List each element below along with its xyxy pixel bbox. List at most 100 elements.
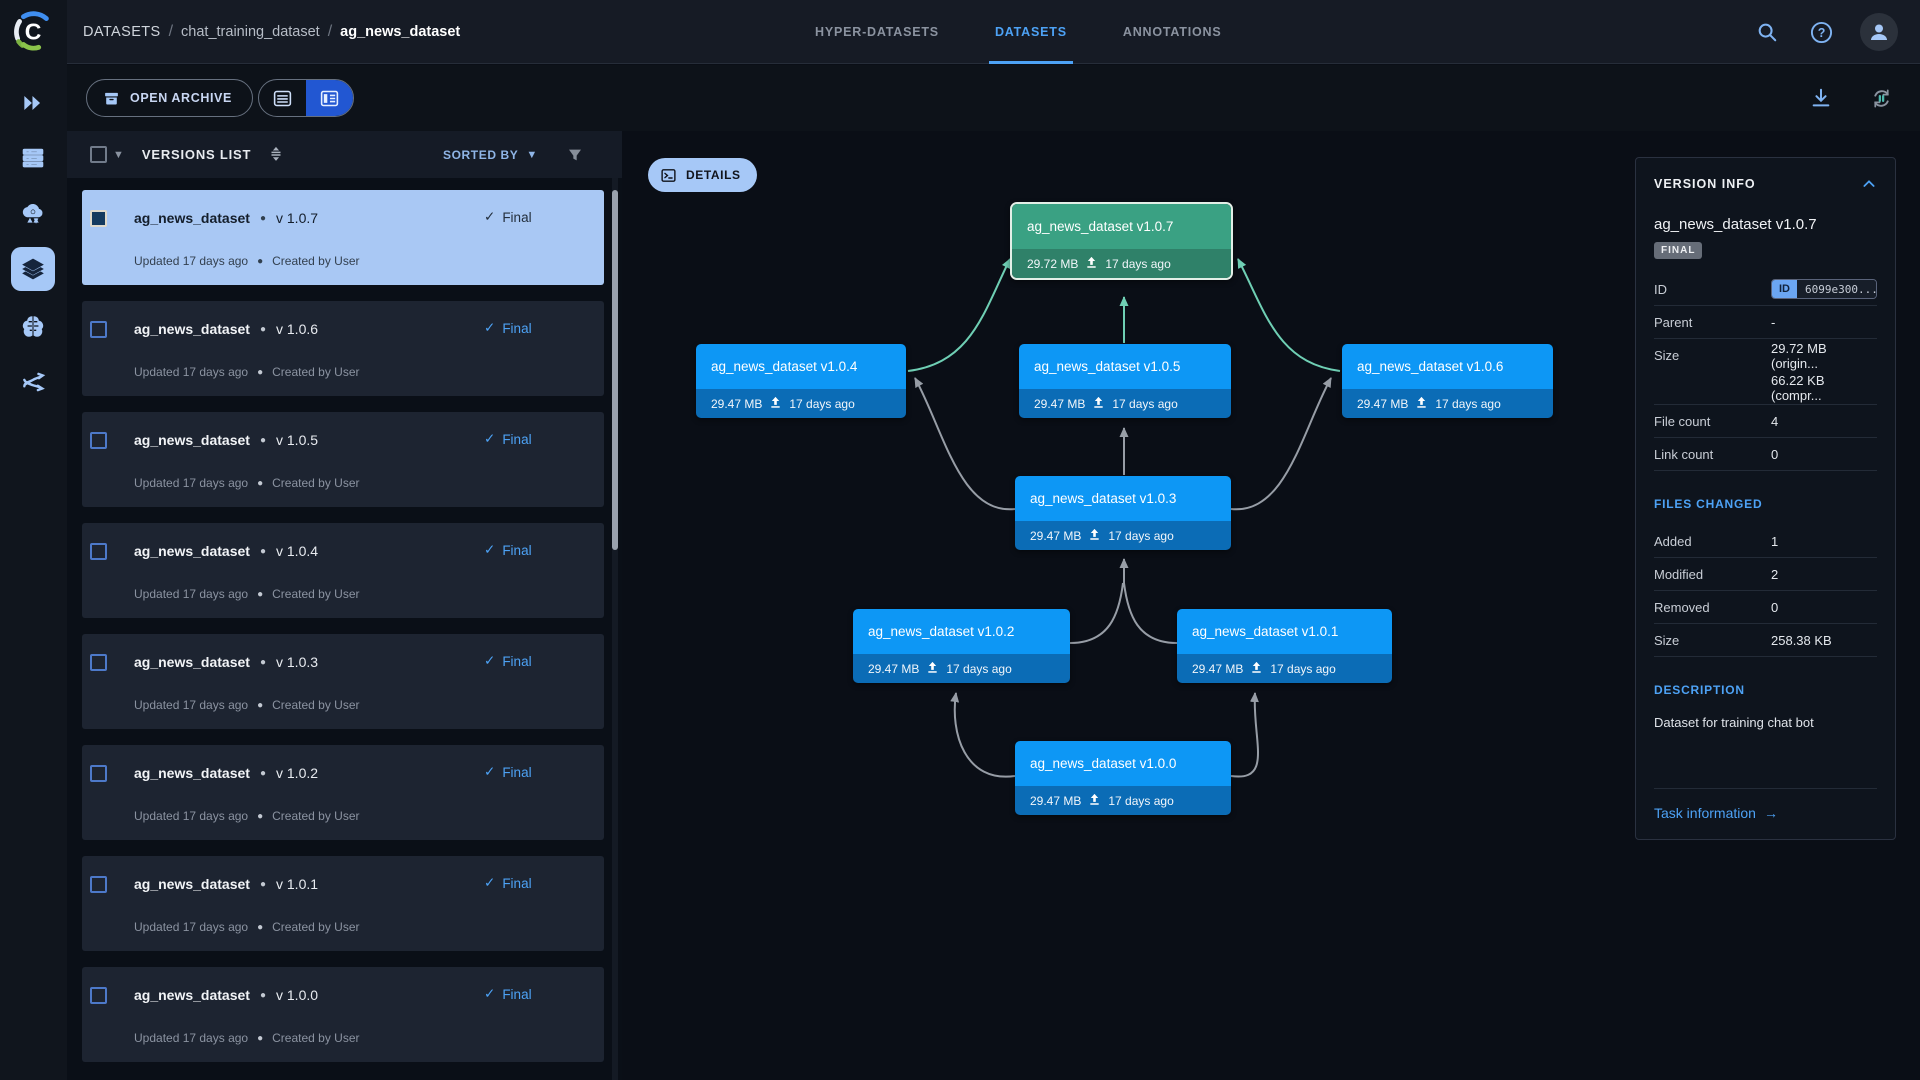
version-checkbox[interactable] [90,876,107,893]
version-checkbox[interactable] [90,321,107,338]
graph-node-v1_0_1[interactable]: ag_news_dataset v1.0.129.47 MB17 days ag… [1177,609,1392,683]
help-icon[interactable]: ? [1806,17,1836,47]
node-size: 29.72 MB [1027,257,1078,271]
layers-icon [20,256,46,282]
version-checkbox[interactable] [90,210,107,227]
versions-list-panel: ▼ VERSIONS LIST SORTED BY ▼ ag_news_data… [67,131,622,1080]
auto-refresh-paused-icon[interactable] [1866,83,1896,113]
version-list-item[interactable]: ag_news_dataset●v 1.0.1✓FinalUpdated 17 … [82,856,604,951]
left-sidebar: C [0,0,67,1080]
version-checkbox[interactable] [90,654,107,671]
user-avatar[interactable] [1860,13,1898,51]
version-dataset-name: ag_news_dataset [134,765,250,781]
upload-icon [926,661,939,677]
main-tabs: HYPER-DATASETS DATASETS ANNOTATIONS [815,0,1221,64]
version-status-label: Final [502,654,531,669]
version-list-item[interactable]: ag_news_dataset●v 1.0.0✓FinalUpdated 17 … [82,967,604,1062]
upload-icon [1250,661,1263,677]
details-button[interactable]: DETAILS [648,158,757,192]
version-status-label: Final [502,432,531,447]
terminal-icon [660,167,677,184]
field-added: Added 1 [1654,525,1877,558]
select-all-checkbox[interactable] [90,146,107,163]
version-status: ✓Final [484,209,532,225]
version-checkbox[interactable] [90,987,107,1004]
tab-annotations[interactable]: ANNOTATIONS [1123,0,1222,64]
archive-icon [103,90,120,107]
graph-node-v1_0_2[interactable]: ag_news_dataset v1.0.229.47 MB17 days ag… [853,609,1070,683]
version-checkbox[interactable] [90,765,107,782]
version-dataset-name: ag_news_dataset [134,543,250,559]
field-modified: Modified 2 [1654,558,1877,591]
version-row-main: ag_news_dataset●v 1.0.0 [134,987,318,1003]
top-bar: DATASETS / chat_training_dataset / ag_ne… [67,0,1920,64]
sidebar-item-projects[interactable] [11,81,55,125]
updated-text: Updated 17 days ago [134,476,248,490]
version-list-item[interactable]: ag_news_dataset●v 1.0.4✓FinalUpdated 17 … [82,523,604,618]
collapse-chevron-up-icon[interactable] [1861,176,1877,192]
svg-text:C: C [25,19,42,45]
check-icon: ✓ [484,764,495,780]
node-size: 29.47 MB [1192,662,1243,676]
sidebar-item-models[interactable] [11,304,55,348]
breadcrumb-separator: / [169,23,173,41]
version-list-item[interactable]: ag_news_dataset●v 1.0.5✓FinalUpdated 17 … [82,412,604,507]
sidebar-item-workers[interactable] [11,136,55,180]
version-row-meta: Updated 17 days ago●Created by User [134,920,360,934]
dot-separator: ● [260,213,266,224]
check-icon: ✓ [484,431,495,447]
list-scrollbar-thumb[interactable] [612,190,618,550]
id-chip[interactable]: ID 6099e300... [1771,279,1877,299]
created-by-text: Created by User [272,365,359,379]
graph-node-v1_0_3[interactable]: ag_news_dataset v1.0.329.47 MB17 days ag… [1015,476,1231,550]
clearml-logo[interactable]: C [10,9,56,55]
task-information-link[interactable]: Task information → [1654,805,1877,821]
versions-list-header: ▼ VERSIONS LIST SORTED BY ▼ [67,131,622,178]
list-view-button[interactable] [259,80,306,116]
split-view-button[interactable] [306,80,353,116]
sorted-by-dropdown[interactable]: SORTED BY ▼ [443,148,538,162]
graph-node-v1_0_0[interactable]: ag_news_dataset v1.0.029.47 MB17 days ag… [1015,741,1231,815]
tab-hyper-datasets[interactable]: HYPER-DATASETS [815,0,939,64]
breadcrumb-project[interactable]: chat_training_dataset [181,24,320,40]
version-row-main: ag_news_dataset●v 1.0.3 [134,654,318,670]
search-icon[interactable] [1752,17,1782,47]
version-status-label: Final [502,543,531,558]
updated-text: Updated 17 days ago [134,809,248,823]
graph-node-v1_0_5[interactable]: ag_news_dataset v1.0.529.47 MB17 days ag… [1019,344,1231,418]
select-all-caret-icon[interactable]: ▼ [113,149,124,161]
version-list-item[interactable]: ag_news_dataset●v 1.0.3✓FinalUpdated 17 … [82,634,604,729]
version-list-item[interactable]: ag_news_dataset●v 1.0.7✓FinalUpdated 17 … [82,190,604,285]
field-size: Size 29.72 MB (origin... [1654,339,1877,372]
node-label: ag_news_dataset v1.0.5 [1019,344,1231,389]
open-archive-button[interactable]: OPEN ARCHIVE [86,79,253,117]
node-label: ag_news_dataset v1.0.1 [1177,609,1392,654]
tab-datasets[interactable]: DATASETS [995,0,1067,64]
node-label: ag_news_dataset v1.0.4 [696,344,906,389]
graph-node-v1_0_7[interactable]: ag_news_dataset v1.0.729.72 MB17 days ag… [1010,202,1233,280]
sidebar-item-pipelines[interactable] [11,360,55,404]
updated-text: Updated 17 days ago [134,1031,248,1045]
sidebar-item-cloud-autoscale[interactable] [11,192,55,236]
version-list-item[interactable]: ag_news_dataset●v 1.0.6✓FinalUpdated 17 … [82,301,604,396]
created-by-text: Created by User [272,1031,359,1045]
brain-icon [20,313,46,339]
version-checkbox[interactable] [90,432,107,449]
sidebar-item-datasets[interactable] [11,247,55,291]
version-status: ✓Final [484,875,532,891]
version-checkbox[interactable] [90,543,107,560]
version-status-label: Final [502,987,531,1002]
breadcrumb-datasets[interactable]: DATASETS [83,24,161,40]
download-icon[interactable] [1806,83,1836,113]
column-settings-icon[interactable] [267,146,285,164]
graph-node-v1_0_4[interactable]: ag_news_dataset v1.0.429.47 MB17 days ag… [696,344,906,418]
version-row-main: ag_news_dataset●v 1.0.4 [134,543,318,559]
dot-separator: ● [257,589,263,600]
field-changed-size-value: 258.38 KB [1771,633,1832,648]
version-list-item[interactable]: ag_news_dataset●v 1.0.2✓FinalUpdated 17 … [82,745,604,840]
graph-node-v1_0_6[interactable]: ag_news_dataset v1.0.629.47 MB17 days ag… [1342,344,1553,418]
filter-icon[interactable] [567,147,583,163]
sorted-by-label: SORTED BY [443,148,518,162]
updated-text: Updated 17 days ago [134,698,248,712]
edge-v1_0_1-v1_0_3 [1124,583,1177,643]
